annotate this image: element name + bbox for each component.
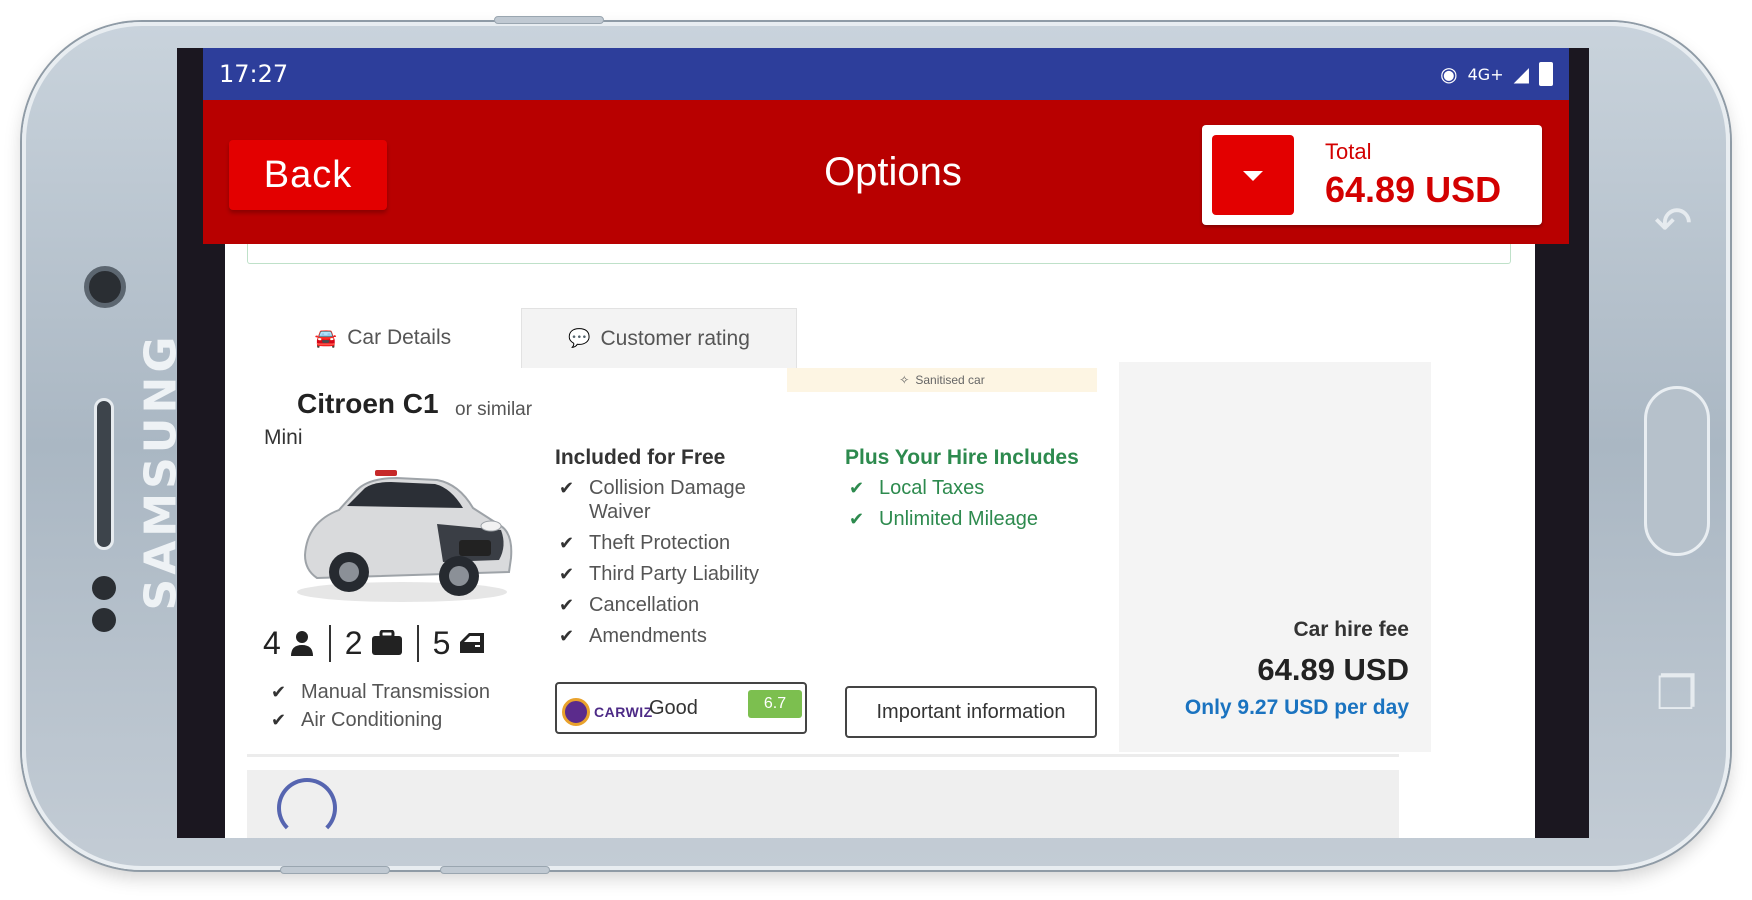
check-icon: ✔	[559, 626, 575, 646]
car-class: Mini	[264, 426, 303, 449]
car-image	[297, 470, 513, 602]
check-icon: ✔	[559, 478, 575, 498]
important-information-button[interactable]: Important information	[845, 686, 1097, 738]
total-summary[interactable]: Total 64.89 USD	[1202, 125, 1542, 225]
signal-icon: ◢	[1513, 62, 1529, 86]
plus-list: ✔ Local Taxes ✔ Unlimited Mileage	[849, 476, 1099, 538]
car-similar-label: or similar	[455, 399, 533, 420]
app-header: Back Options Total 64.89 USD	[203, 100, 1569, 244]
customer-rating-badge[interactable]: CARWIZ Good 6.7	[555, 682, 807, 734]
back-nav-icon[interactable]: ↶	[1654, 196, 1693, 250]
check-icon: ✔	[271, 710, 287, 730]
person-icon	[290, 631, 313, 656]
bags-spec: 2	[328, 624, 417, 662]
check-icon: ✔	[849, 478, 865, 498]
list-item: ✔ Amendments	[559, 625, 707, 647]
phone-screen: 17:27 ◉ 4G+ ◢ Back Options Total 64.89 U…	[177, 48, 1589, 838]
back-button[interactable]: Back	[229, 140, 387, 210]
total-value: 64.89 USD	[1325, 169, 1502, 210]
front-camera	[84, 266, 126, 308]
included-list: ✔ Collision Damage Waiver ✔ Theft Protecti…	[559, 476, 809, 655]
suitcase-icon	[371, 630, 402, 655]
sanitised-badge: ✧ Sanitised car	[787, 368, 1097, 392]
car-specs: 4 2 5	[263, 618, 500, 668]
list-item: ✔ Theft Protection	[559, 532, 731, 554]
supplier-logo-icon	[277, 778, 337, 838]
earpiece-speaker	[94, 398, 114, 550]
carwiz-logo-icon	[562, 698, 590, 726]
total-label: Total	[1325, 139, 1372, 164]
chevron-down-icon	[1243, 171, 1263, 181]
volume-up-button[interactable]	[280, 866, 390, 874]
light-sensor	[92, 608, 116, 632]
volume-down-button[interactable]	[440, 866, 550, 874]
battery-icon	[1539, 62, 1553, 86]
car-card: ✧ Sanitised car Citroen C1 or similar Mi…	[247, 368, 1399, 752]
home-button[interactable]	[1644, 386, 1710, 556]
status-icons: ◉ 4G+ ◢	[1440, 62, 1553, 86]
tab-customer-rating[interactable]: 💬 Customer rating	[521, 308, 797, 368]
next-car-card	[247, 770, 1399, 838]
rating-word: Good	[649, 697, 698, 719]
check-icon: ✔	[559, 595, 575, 615]
list-item: ✔ Manual Transmission	[271, 681, 490, 703]
power-button[interactable]	[494, 16, 604, 24]
eye-icon: ◉	[1440, 62, 1458, 86]
doors-spec: 5	[416, 624, 501, 662]
car-name: Citroen C1	[297, 388, 439, 419]
content-area: 🚘 Car Details 💬 Customer rating Car hire…	[225, 244, 1535, 838]
check-icon: ✔	[559, 533, 575, 553]
status-time: 17:27	[219, 60, 289, 88]
sparkle-icon: ✧	[899, 373, 910, 387]
status-bar: 17:27 ◉ 4G+ ◢	[203, 48, 1569, 100]
total-expand-button[interactable]	[1212, 135, 1294, 215]
tab-label: Car Details	[347, 326, 452, 349]
network-icon: 4G+	[1467, 64, 1504, 84]
list-item: ✔ Air Conditioning	[271, 709, 443, 731]
list-item: ✔ Third Party Liability	[559, 563, 760, 585]
list-item: ✔ Local Taxes	[849, 477, 985, 499]
check-icon: ✔	[271, 682, 287, 702]
check-icon: ✔	[559, 564, 575, 584]
rating-score: 6.7	[748, 690, 802, 718]
check-icon: ✔	[849, 509, 865, 529]
page-title: Options	[824, 150, 962, 194]
carwiz-logo-text: CARWIZ	[594, 704, 653, 720]
car-features: ✔ Manual Transmission ✔ Air Conditioning	[271, 680, 490, 736]
card-divider	[247, 754, 1399, 757]
recents-nav-icon[interactable]: ❐	[1656, 666, 1697, 720]
plus-heading: Plus Your Hire Includes	[845, 446, 1079, 469]
chat-icon: 💬	[568, 328, 591, 348]
list-item: ✔ Collision Damage Waiver	[559, 477, 746, 523]
tab-car-details[interactable]: 🚘 Car Details	[247, 308, 519, 368]
tab-label: Customer rating	[600, 326, 750, 350]
car-door-icon	[460, 633, 485, 653]
seats-spec: 4	[263, 625, 329, 662]
previous-card-edge	[247, 244, 1511, 264]
included-heading: Included for Free	[555, 446, 726, 469]
list-item: ✔ Cancellation	[559, 594, 700, 616]
proximity-sensor	[92, 576, 116, 600]
list-item: ✔ Unlimited Mileage	[849, 508, 1038, 530]
car-icon: 🚘	[314, 327, 338, 348]
